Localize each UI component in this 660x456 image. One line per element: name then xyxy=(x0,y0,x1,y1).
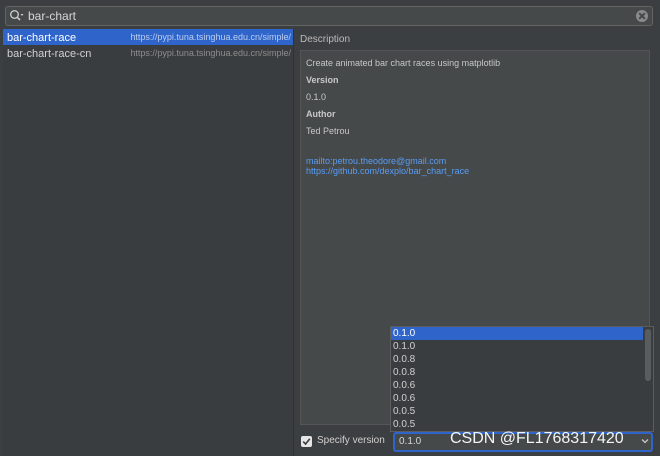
package-name: bar-chart-race xyxy=(7,32,77,44)
version-option[interactable]: 0.0.5 xyxy=(391,405,653,418)
search-bar[interactable]: bar-chart xyxy=(5,6,653,26)
version-option[interactable]: 0.0.6 xyxy=(391,379,653,392)
version-option[interactable]: 0.0.8 xyxy=(391,353,653,366)
version-option[interactable]: 0.1.0 xyxy=(391,340,653,353)
package-repo-url: https://pypi.tuna.tsinghua.edu.cn/simple… xyxy=(130,48,291,58)
author-label: Author xyxy=(306,109,336,119)
clear-search-icon[interactable] xyxy=(636,10,648,22)
repo-link[interactable]: https://github.com/dexplo/bar_chart_race xyxy=(306,166,469,176)
package-repo-url: https://pypi.tuna.tsinghua.edu.cn/simple… xyxy=(130,32,291,42)
chevron-down-icon[interactable] xyxy=(641,437,649,445)
version-select-value: 0.1.0 xyxy=(399,436,422,447)
search-input[interactable]: bar-chart xyxy=(28,7,76,25)
version-dropdown-list[interactable]: 0.1.0 0.1.0 0.0.8 0.0.8 0.0.6 0.0.6 0.0.… xyxy=(390,326,654,432)
description-heading: Description xyxy=(300,34,351,45)
package-name: bar-chart-race-cn xyxy=(7,48,92,60)
version-label: Version xyxy=(306,75,339,85)
search-icon[interactable] xyxy=(9,9,25,23)
checkmark-icon xyxy=(302,438,311,446)
version-option[interactable]: 0.0.8 xyxy=(391,366,653,379)
version-value: 0.1.0 xyxy=(306,92,327,102)
specify-version-label[interactable]: Specify version xyxy=(317,434,385,448)
specify-version-checkbox[interactable] xyxy=(301,436,312,447)
author-value: Ted Petrou xyxy=(306,126,350,136)
email-link[interactable]: mailto:petrou.theodore@gmail.com xyxy=(306,156,446,166)
dropdown-scrollbar[interactable] xyxy=(645,329,651,381)
version-option[interactable]: 0.1.0 xyxy=(391,327,643,340)
package-list[interactable]: bar-chart-race https://pypi.tuna.tsinghu… xyxy=(3,29,294,456)
package-item-bar-chart-race-cn[interactable]: bar-chart-race-cn https://pypi.tuna.tsin… xyxy=(3,45,293,61)
package-summary: Create animated bar chart races using ma… xyxy=(306,58,501,68)
version-option[interactable]: 0.0.6 xyxy=(391,392,653,405)
package-item-bar-chart-race[interactable]: bar-chart-race https://pypi.tuna.tsinghu… xyxy=(3,29,293,45)
watermark: CSDN @FL1768317420 xyxy=(450,430,624,447)
